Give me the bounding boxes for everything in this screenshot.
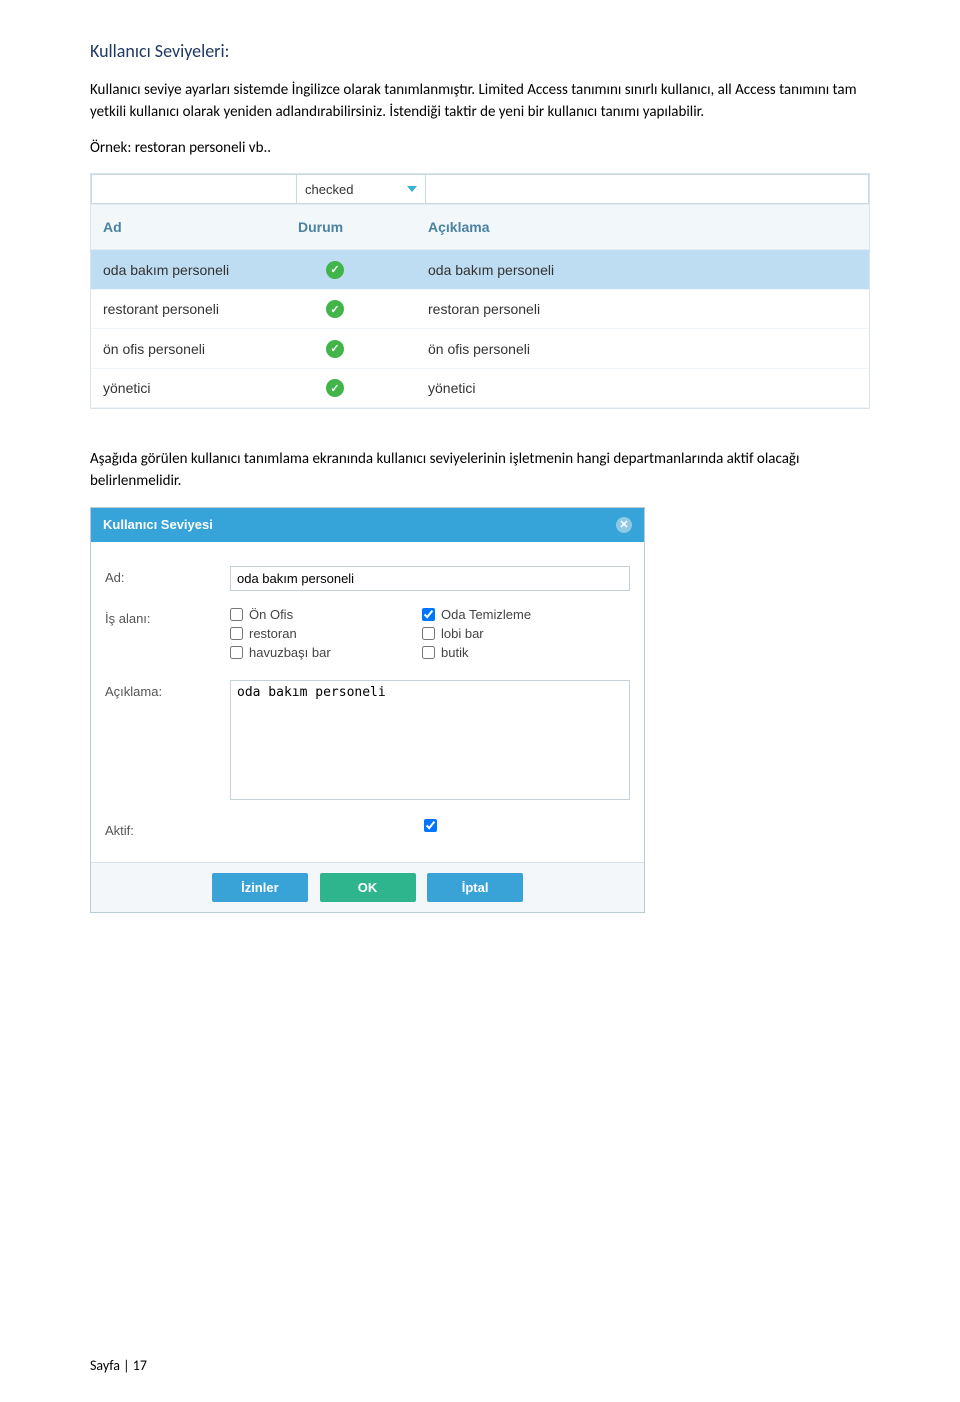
checkbox-input[interactable] [422, 608, 435, 621]
cell-ad: ön ofis personeli [103, 341, 298, 357]
checkbox-option[interactable]: Oda Temizleme [422, 607, 614, 622]
checkbox-label: butik [441, 645, 468, 660]
filter-row: checked [91, 174, 869, 204]
cell-durum: ✓ [298, 260, 428, 279]
cell-aciklama: ön ofis personeli [428, 341, 857, 357]
label-isalani: İş alanı: [105, 607, 230, 664]
explanation-paragraph: Aşağıda görülen kullanıcı tanımlama ekra… [90, 449, 870, 493]
table-row[interactable]: yönetici ✓ yönetici [91, 369, 869, 409]
checkbox-label: restoran [249, 626, 297, 641]
label-ad: Ad: [105, 566, 230, 591]
filter-status-value: checked [305, 182, 353, 197]
checkbox-label: Ön Ofis [249, 607, 293, 622]
form-row-ad: Ad: [105, 566, 630, 591]
filter-status-select[interactable]: checked [296, 174, 426, 204]
cell-aciklama: yönetici [428, 380, 857, 396]
close-icon[interactable]: ✕ [616, 517, 632, 533]
user-level-table: checked Ad Durum Açıklama oda bakım pers… [90, 173, 870, 409]
table-body: oda bakım personeli ✓ oda bakım personeli r… [91, 250, 869, 408]
checkbox-input[interactable] [422, 627, 435, 640]
table-header: Ad Durum Açıklama [91, 204, 869, 250]
input-ad[interactable] [230, 566, 630, 591]
checkbox-option[interactable]: havuzbaşı bar [230, 645, 422, 660]
form-row-aciklama: Açıklama: [105, 680, 630, 803]
cell-durum: ✓ [298, 339, 428, 358]
col-header-ad[interactable]: Ad [103, 219, 298, 235]
example-paragraph: Örnek: restoran personeli vb.. [90, 138, 870, 160]
checkbox-input[interactable] [422, 646, 435, 659]
checkbox-input[interactable] [230, 646, 243, 659]
cell-ad: oda bakım personeli [103, 262, 298, 278]
checkbox-grid: Ön Ofis Oda Temizleme restoran lobi bar havu… [230, 607, 630, 664]
check-icon: ✓ [326, 340, 344, 358]
check-icon: ✓ [326, 379, 344, 397]
label-aktif: Aktif: [105, 819, 230, 838]
col-header-durum[interactable]: Durum [298, 219, 428, 235]
checkbox-option[interactable]: lobi bar [422, 626, 614, 641]
ok-button[interactable]: OK [320, 873, 416, 902]
table-row[interactable]: oda bakım personeli ✓ oda bakım personeli [91, 250, 869, 290]
checkbox-label: Oda Temizleme [441, 607, 531, 622]
input-aciklama[interactable] [230, 680, 630, 800]
cell-ad: restorant personeli [103, 301, 298, 317]
user-level-modal: Kullanıcı Seviyesi ✕ Ad: İş alanı: Ön Of… [90, 507, 645, 913]
modal-title-text: Kullanıcı Seviyesi [103, 517, 213, 532]
table-row[interactable]: restorant personeli ✓ restoran personeli [91, 290, 869, 330]
check-icon: ✓ [326, 261, 344, 279]
chevron-down-icon [407, 186, 417, 192]
modal-titlebar: Kullanıcı Seviyesi ✕ [91, 508, 644, 542]
cell-aciklama: restoran personeli [428, 301, 857, 317]
filter-desc-input[interactable] [426, 174, 869, 204]
checkbox-aktif[interactable] [424, 819, 437, 832]
cell-ad: yönetici [103, 380, 298, 396]
checkbox-input[interactable] [230, 627, 243, 640]
cell-aciklama: oda bakım personeli [428, 262, 857, 278]
form-row-isalani: İş alanı: Ön Ofis Oda Temizleme restoran lo… [105, 607, 630, 664]
table-row[interactable]: ön ofis personeli ✓ ön ofis personeli [91, 329, 869, 369]
intro-paragraph: Kullanıcı seviye ayarları sistemde İngil… [90, 80, 870, 124]
section-heading: Kullanıcı Seviyeleri: [90, 40, 870, 62]
page-footer: Sayfa | 17 [90, 1357, 147, 1374]
modal-footer: İzinler OK İptal [91, 862, 644, 912]
checkbox-option[interactable]: butik [422, 645, 614, 660]
modal-body: Ad: İş alanı: Ön Ofis Oda Temizleme restor… [91, 542, 644, 862]
checkbox-label: lobi bar [441, 626, 484, 641]
cell-durum: ✓ [298, 300, 428, 319]
filter-name-input[interactable] [91, 174, 296, 204]
cell-durum: ✓ [298, 379, 428, 398]
check-icon: ✓ [326, 300, 344, 318]
checkbox-option[interactable]: restoran [230, 626, 422, 641]
iptal-button[interactable]: İptal [427, 873, 523, 902]
checkbox-label: havuzbaşı bar [249, 645, 331, 660]
form-row-aktif: Aktif: [105, 819, 630, 838]
checkbox-input[interactable] [230, 608, 243, 621]
checkbox-option[interactable]: Ön Ofis [230, 607, 422, 622]
col-header-aciklama[interactable]: Açıklama [428, 219, 857, 235]
izinler-button[interactable]: İzinler [212, 873, 308, 902]
label-aciklama: Açıklama: [105, 680, 230, 803]
